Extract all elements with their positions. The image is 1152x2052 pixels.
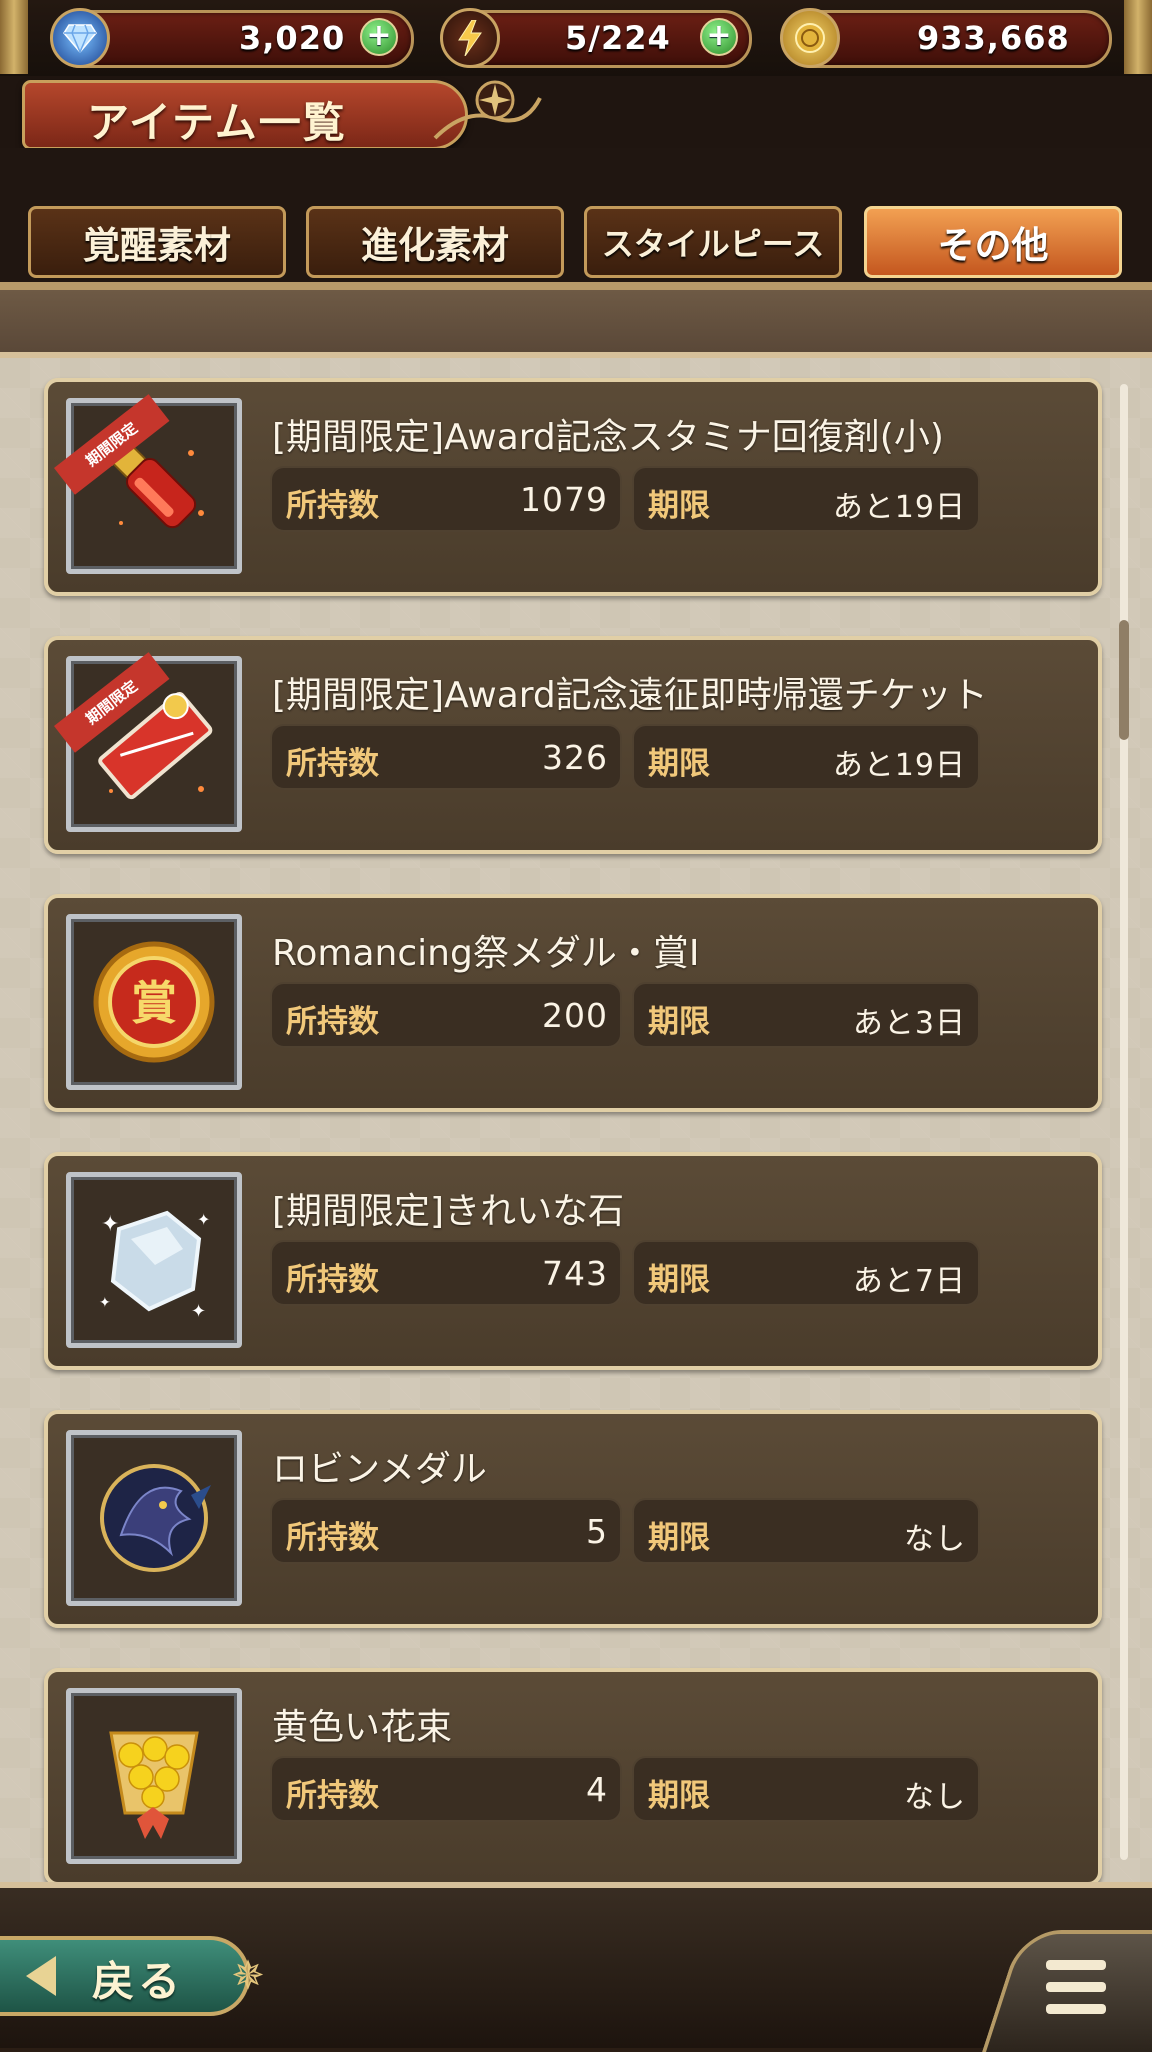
owned-value: 5 xyxy=(586,1512,608,1551)
tab-label: 進化素材 xyxy=(361,224,509,267)
owned-value: 1079 xyxy=(520,480,608,519)
item-name: Romancing祭メダル・賞Ⅰ xyxy=(272,933,700,974)
expiry-label: 期限 xyxy=(648,1004,710,1040)
owned-count-box: 所持数 5 xyxy=(270,1498,622,1564)
owned-label: 所持数 xyxy=(286,1004,379,1040)
expiry-value: あと7日 xyxy=(852,1264,966,1299)
svg-text:✦: ✦ xyxy=(197,1210,210,1229)
svg-text:✦: ✦ xyxy=(99,1295,111,1311)
owned-label: 所持数 xyxy=(286,1262,379,1298)
tab-label: スタイルピース xyxy=(601,225,825,263)
item-icon-frame xyxy=(66,1430,242,1606)
owned-count-box: 所持数 200 xyxy=(270,982,622,1048)
back-button-label: 戻る xyxy=(92,1957,185,2006)
scrollbar-track[interactable] xyxy=(1120,384,1128,1860)
tab-other[interactable]: その他 xyxy=(864,206,1122,278)
item-name: [期間限定]Award記念遠征即時帰還チケット xyxy=(272,675,988,716)
list-item[interactable]: 期間限定 [期間限定]Award記念スタミナ回復剤(小) 所持数 1079 期限… xyxy=(44,378,1102,596)
expiry-label: 期限 xyxy=(648,746,710,782)
tab-awakening-materials[interactable]: 覚醒素材 xyxy=(28,206,286,278)
expiry-label: 期限 xyxy=(648,1520,710,1556)
gold-coin-icon xyxy=(780,8,840,68)
gold-value: 933,668 xyxy=(917,19,1070,57)
page-title: アイテム一覧 xyxy=(87,98,347,147)
owned-count-box: 所持数 326 xyxy=(270,724,622,790)
svg-text:✦: ✦ xyxy=(101,1212,119,1237)
owned-count-box: 所持数 1079 xyxy=(270,466,622,532)
expiry-box: 期限 あと7日 xyxy=(632,1240,980,1306)
item-name: 黄色い花束 xyxy=(272,1707,453,1748)
item-icon-frame: 賞 xyxy=(66,914,242,1090)
status-bar: 3,020 + 5/224 + 933,668 xyxy=(0,0,1152,78)
expiry-label: 期限 xyxy=(648,1778,710,1814)
add-gems-button[interactable]: + xyxy=(360,18,398,56)
owned-label: 所持数 xyxy=(286,746,379,782)
owned-label: 所持数 xyxy=(286,488,379,524)
robin-medal-icon xyxy=(100,1464,211,1572)
expiry-value: あと19日 xyxy=(832,490,966,525)
festival-medal-icon: 賞 xyxy=(93,941,215,1063)
expiry-value: なし xyxy=(904,1522,966,1557)
gem-icon xyxy=(50,8,110,68)
list-item[interactable]: ロビンメダル 所持数 5 期限 なし xyxy=(44,1410,1102,1628)
expiry-label: 期限 xyxy=(648,1262,710,1298)
compass-ornament-icon xyxy=(425,78,545,148)
expiry-box: 期限 なし xyxy=(632,1498,980,1564)
expiry-value: なし xyxy=(904,1780,966,1815)
expiry-value: あと19日 xyxy=(832,748,966,783)
expiry-box: 期限 あと3日 xyxy=(632,982,980,1048)
tab-evolution-materials[interactable]: 進化素材 xyxy=(306,206,564,278)
expiry-box: 期限 あと19日 xyxy=(632,466,980,532)
item-icon-frame xyxy=(66,1688,242,1864)
svg-text:✦: ✦ xyxy=(191,1301,206,1322)
bottom-divider xyxy=(0,1882,1152,1888)
list-item[interactable]: 黄色い花束 所持数 4 期限 なし xyxy=(44,1668,1102,1886)
owned-value: 4 xyxy=(586,1770,608,1809)
lightning-icon xyxy=(440,8,500,68)
owned-label: 所持数 xyxy=(286,1778,379,1814)
stamina-value: 5/224 xyxy=(565,19,671,57)
owned-value: 200 xyxy=(542,996,608,1035)
back-arrow-icon xyxy=(26,1956,56,1996)
item-name: [期間限定]きれいな石 xyxy=(272,1191,625,1232)
filter-band xyxy=(0,290,1152,352)
expiry-label: 期限 xyxy=(648,488,710,524)
yellow-bouquet-icon xyxy=(109,1731,199,1839)
owned-count-box: 所持数 743 xyxy=(270,1240,622,1306)
list-item[interactable]: 期間限定 [期間限定]Award記念遠征即時帰還チケット 所持数 326 期限 … xyxy=(44,636,1102,854)
owned-count-box: 所持数 4 xyxy=(270,1756,622,1822)
list-item[interactable]: ✦ ✦ ✦ ✦ [期間限定]きれいな石 所持数 743 期限 あと7日 xyxy=(44,1152,1102,1370)
ornament-star-icon: ✵ xyxy=(231,1953,265,1999)
pretty-stone-icon: ✦ ✦ ✦ ✦ xyxy=(99,1210,210,1322)
page-title-plate: アイテム一覧 xyxy=(22,80,468,150)
tab-label: 覚醒素材 xyxy=(83,224,231,267)
item-icon-frame: ✦ ✦ ✦ ✦ xyxy=(66,1172,242,1348)
tab-style-pieces[interactable]: スタイルピース xyxy=(584,206,842,278)
owned-label: 所持数 xyxy=(286,1520,379,1556)
tab-label: その他 xyxy=(937,224,1049,267)
owned-value: 326 xyxy=(542,738,608,777)
left-ornament xyxy=(0,0,28,74)
scrollbar-thumb[interactable] xyxy=(1119,620,1129,740)
add-stamina-button[interactable]: + xyxy=(700,18,738,56)
expiry-box: 期限 なし xyxy=(632,1756,980,1822)
expiry-box: 期限 あと19日 xyxy=(632,724,980,790)
owned-value: 743 xyxy=(542,1254,608,1293)
tabs-divider xyxy=(0,282,1152,290)
right-ornament xyxy=(1124,0,1152,74)
hamburger-menu-icon[interactable] xyxy=(1046,1960,1106,2014)
back-button[interactable]: 戻る xyxy=(0,1936,250,2016)
item-name: [期間限定]Award記念スタミナ回復剤(小) xyxy=(272,417,944,458)
gems-value: 3,020 xyxy=(239,19,346,57)
expiry-value: あと3日 xyxy=(852,1006,966,1041)
svg-text:賞: 賞 xyxy=(131,976,177,1030)
list-item[interactable]: 賞 Romancing祭メダル・賞Ⅰ 所持数 200 期限 あと3日 xyxy=(44,894,1102,1112)
item-name: ロビンメダル xyxy=(272,1449,487,1490)
